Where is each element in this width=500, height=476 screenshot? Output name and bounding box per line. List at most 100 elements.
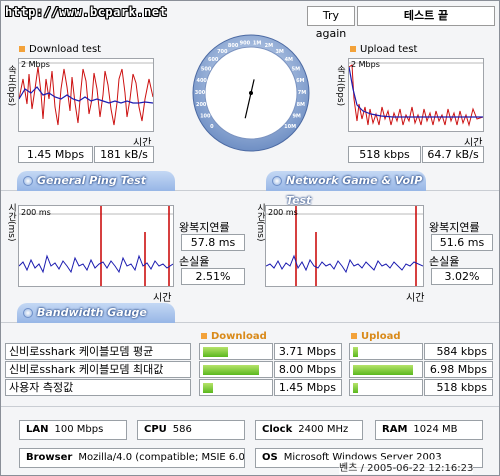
divider <box>1 406 499 407</box>
download-bar-fill <box>203 347 228 357</box>
download-bar <box>199 343 273 360</box>
ping-y-axis-label: 시간(ms) <box>6 203 16 242</box>
gauge-tick-label: 300 <box>195 90 206 96</box>
gauge-tick-label: 200 <box>196 102 207 108</box>
upload-value: 584 kbps <box>424 343 493 360</box>
upload-kbps-value: 518 kbps <box>348 146 421 163</box>
gauge-tick-label: 6M <box>296 78 304 84</box>
bandwidth-upload-header: Upload <box>351 331 400 342</box>
gauge-tick-label: 500 <box>201 67 212 73</box>
upload-bar-fill <box>353 365 413 375</box>
tab-general-ping-test[interactable]: General Ping Test <box>17 171 175 191</box>
game-graph-svg <box>265 206 424 286</box>
upload-test-title: Upload test <box>350 44 417 55</box>
upload-value: 6.98 Mbps <box>424 361 493 378</box>
download-graph-svg <box>18 62 154 126</box>
lan-info: LAN 100 Mbps <box>19 420 127 440</box>
bullet-icon <box>351 333 357 339</box>
download-y-axis-label: 속도(bps) <box>6 65 16 107</box>
download-series-instant <box>18 66 154 126</box>
browser-info: Browser Mozilla/4.0 (compatible; MSIE 6.0 <box>19 448 245 468</box>
download-value: 8.00 Mbps <box>274 361 342 378</box>
gauge-tick-label: 2M <box>265 43 273 49</box>
ping-scale: 200 ms <box>21 208 51 217</box>
gauge-tick-label: 400 <box>196 78 207 84</box>
gauge-tick-label: 1M <box>253 40 261 46</box>
download-bar-fill <box>203 383 213 393</box>
clock-info: Clock 2400 MHz <box>255 420 363 440</box>
tab-bandwidth-gauge[interactable]: Bandwidth Gauge <box>17 303 175 323</box>
ping-loss-spikes <box>100 206 170 286</box>
ping-x-axis-label: 시간 <box>153 293 172 304</box>
url-watermark: http://www.bcpark.net <box>5 5 168 19</box>
upload-scale: 2 Mbps <box>351 60 380 69</box>
game-x-axis-label: 시간 <box>406 293 425 304</box>
download-graph <box>18 58 154 132</box>
ping-graph <box>18 205 174 287</box>
upload-kbs-value: 64.7 kB/s <box>422 146 484 163</box>
ping-loss-value: 2.51% <box>181 268 245 285</box>
upload-graph-svg <box>348 62 484 127</box>
upload-bar-fill <box>353 347 358 357</box>
tab-bullet-icon <box>23 308 33 318</box>
gauge-tick-label: 10M <box>284 124 296 130</box>
gauge-tick-label: 3M <box>275 49 283 55</box>
game-series <box>265 254 424 274</box>
upload-series-average <box>348 66 483 118</box>
upload-bar <box>349 379 423 396</box>
download-test-title: Download test <box>19 44 101 55</box>
upload-series-instant <box>348 64 484 127</box>
gauge-tick-label: 0 <box>210 124 214 130</box>
download-mbps-value: 1.45 Mbps <box>18 146 93 163</box>
gauge-tick-label: 8M <box>297 102 305 108</box>
game-scale: 200 ms <box>268 208 298 217</box>
download-scale: 2 Mbps <box>21 60 50 69</box>
download-bar <box>199 379 273 396</box>
gauge-tick-label: 9M <box>292 114 300 120</box>
speed-gauge: 0 100 200 300 400 500 600 700 800 900 1M 2M 3M 4M 5M 6M… <box>191 33 311 153</box>
speed-gauge-svg: 0 100 200 300 400 500 600 700800 900 1M 2M3M4M 5M 6M… <box>192 34 310 152</box>
download-bar-fill <box>203 365 259 375</box>
ping-rtt-label: 왕복지연률 <box>179 221 230 234</box>
bullet-icon <box>19 46 25 52</box>
ping-graph-svg <box>18 206 174 286</box>
gauge-tick-label: 700 <box>217 49 228 55</box>
game-graph <box>265 205 424 287</box>
gauge-tick-label: 900 <box>240 40 251 46</box>
bandwidth-download-header: Download <box>201 331 267 342</box>
gauge-tick-label: 100 <box>200 114 211 120</box>
download-kbs-value: 181 kB/s <box>94 146 154 163</box>
bullet-icon <box>201 333 207 339</box>
tab-bullet-icon <box>272 176 282 186</box>
game-loss-spikes <box>295 206 417 286</box>
upload-value: 518 kbps <box>424 379 493 396</box>
gauge-tick-label: 600 <box>208 57 219 63</box>
ram-info: RAM 1024 MB <box>375 420 483 440</box>
gauge-tick-label: 800 <box>228 43 239 49</box>
upload-bar <box>349 361 423 378</box>
ping-loss-label: 손실율 <box>179 255 210 268</box>
speed-test-window: http://www.bcpark.net Try again 테스트 끝 Do… <box>0 0 500 476</box>
game-loss-value: 3.02% <box>431 268 493 285</box>
tab-bullet-icon <box>23 176 33 186</box>
cpu-info: CPU 586 <box>137 420 245 440</box>
upload-bar-fill <box>353 383 358 393</box>
footer-timestamp: 벤츠 / 2005-06-22 12:16:23 <box>339 459 474 474</box>
upload-y-axis-label: 속도(bps) <box>335 65 345 107</box>
gauge-tick-label: 7M <box>298 90 306 96</box>
upload-graph <box>348 58 484 132</box>
download-value: 1.45 Mbps <box>274 379 342 396</box>
bullet-icon <box>350 46 356 52</box>
tab-network-game-voip-test[interactable]: Network Game & VoIP Test <box>266 171 426 207</box>
try-again-button[interactable]: Try again <box>307 6 355 40</box>
download-bar <box>199 361 273 378</box>
upload-bar <box>349 343 423 360</box>
status-box: 테스트 끝 <box>357 6 495 26</box>
download-value: 3.71 Mbps <box>274 343 342 360</box>
ping-rtt-value: 57.8 ms <box>181 234 245 251</box>
game-loss-label: 손실율 <box>429 255 460 268</box>
bandwidth-row-label: 신비로sshark 케이블모뎀 평균 <box>5 343 191 360</box>
bandwidth-row-label: 신비로sshark 케이블모뎀 최대값 <box>5 361 191 378</box>
game-rtt-value: 51.6 ms <box>431 234 493 251</box>
gauge-tick-label: 4M <box>285 57 293 63</box>
